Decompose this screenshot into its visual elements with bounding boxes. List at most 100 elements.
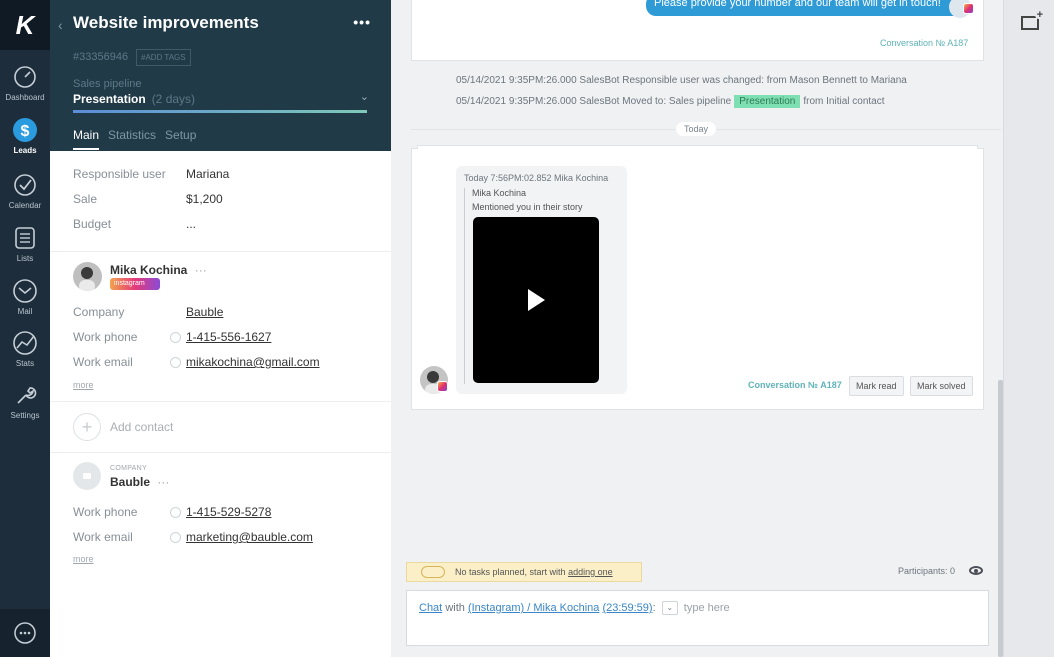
instagram-badge: instagram [110, 278, 160, 290]
contact-email-row[interactable]: Work email mikakochina@gmail.com [73, 355, 373, 371]
message-input[interactable]: type here [684, 602, 730, 614]
contact-name[interactable]: Mika Kochina ··· [110, 263, 207, 277]
date-separator: Today [676, 122, 717, 136]
company-avatar[interactable] [73, 462, 101, 490]
chat-button[interactable] [0, 609, 50, 657]
contact-name-text: Mika Kochina [110, 263, 188, 277]
chevron-down-icon[interactable]: ⌄ [661, 601, 678, 615]
tab-statistics[interactable]: Statistics [108, 128, 156, 150]
company-email-row[interactable]: Work email marketing@bauble.com [73, 530, 373, 546]
email-action-icon[interactable] [170, 532, 181, 543]
nav-calendar-label: Calendar [8, 201, 42, 210]
nav-stats-label: Stats [15, 359, 35, 368]
calendar-icon [14, 174, 36, 196]
add-task-link[interactable]: adding one [568, 567, 613, 577]
lead-id: #33356946 [73, 51, 129, 63]
field-responsible-user[interactable]: Responsible user Mariana [73, 167, 229, 181]
participants-count: Participants: 0 [898, 566, 956, 576]
bot-message-bubble: Please provide your number and our team … [646, 0, 964, 16]
contact-company-row[interactable]: Company Bauble [73, 305, 223, 319]
nav-lists[interactable]: Lists [0, 223, 50, 275]
task-notice: No tasks planned, start with adding one [406, 562, 642, 582]
lead-title[interactable]: Website improvements [73, 13, 259, 33]
message-composer[interactable]: Chat with (Instagram) / Mika Kochina (23… [406, 590, 989, 646]
field-label: Company [73, 305, 125, 319]
kommo-logo[interactable]: K [0, 0, 50, 50]
field-budget[interactable]: Budget... [73, 217, 196, 231]
clock-icon [421, 566, 445, 578]
nav-calendar[interactable]: Calendar [0, 170, 50, 222]
company-name-text: Bauble [110, 475, 151, 489]
field-label: Responsible user [73, 167, 166, 181]
company-phone-row[interactable]: Work phone 1-415-529-5278 [73, 505, 373, 521]
conversation-label[interactable]: Conversation № A187 [748, 380, 842, 390]
tab-main[interactable]: Main [73, 128, 100, 150]
nav-dashboard[interactable]: Dashboard [0, 62, 50, 114]
divider [50, 401, 391, 402]
pipeline-label: Sales pipeline [73, 78, 142, 90]
new-panel-icon[interactable]: + [1021, 9, 1043, 30]
stage-selector[interactable]: Presentation (2 days) [73, 92, 195, 106]
contact-company-link[interactable]: Bauble [186, 305, 223, 319]
field-value: ... [186, 217, 197, 231]
nav-leads-label: Leads [13, 146, 37, 155]
task-notice-text: No tasks planned, start with [455, 567, 566, 577]
quote-bar [464, 188, 465, 384]
mark-solved-button[interactable]: Mark solved [910, 376, 973, 396]
story-video[interactable] [473, 217, 599, 383]
chat-recipient-selector[interactable]: (Instagram) / Mika Kochina [468, 602, 599, 614]
composer-with: with [445, 601, 465, 614]
contact-email-link[interactable]: mikakochina@gmail.com [186, 355, 320, 369]
lead-tabs: Main Statistics Setup [73, 128, 205, 150]
company-email-link[interactable]: marketing@bauble.com [186, 530, 313, 544]
add-tags-button[interactable]: #ADD TAGS [136, 49, 191, 66]
play-icon[interactable] [527, 289, 545, 311]
call-icon[interactable] [170, 332, 181, 343]
stage-tag: Presentation [734, 95, 801, 108]
field-value: Mariana [186, 167, 230, 181]
more-menu-icon[interactable]: ••• [353, 14, 371, 30]
system-event-text: from Initial contact [803, 96, 885, 107]
system-event-text: 05/14/2021 9:35PM:26.000 SalesBot Moved … [456, 96, 732, 107]
composer-line: Chat with (Instagram) / Mika Kochina (23… [419, 601, 730, 615]
contact-phone-link[interactable]: 1-415-556-1627 [186, 330, 271, 344]
nav-mail[interactable]: Mail [0, 276, 50, 328]
lead-card: ‹ Website improvements ••• #33356946 #AD… [50, 0, 391, 657]
chevron-down-icon[interactable]: ⌄ [360, 90, 369, 103]
tab-setup[interactable]: Setup [165, 128, 196, 150]
contact-phone-row[interactable]: Work phone 1-415-556-1627 [73, 330, 373, 346]
nav-lists-label: Lists [16, 254, 34, 263]
nav-leads[interactable]: $ Leads [0, 115, 50, 167]
field-value: $1,200 [186, 192, 223, 206]
nav-stats[interactable]: Stats [0, 328, 50, 380]
settings-icon [17, 387, 37, 404]
field-sale[interactable]: Sale $1,200 [73, 192, 223, 206]
feed-area: Please provide your number and our team … [391, 0, 1003, 657]
contact-avatar[interactable] [73, 262, 102, 291]
conversation-label[interactable]: Conversation № A187 [880, 38, 968, 48]
company-more-link[interactable]: more [73, 554, 94, 564]
message-header: Today 7:56PM:02.852 Mika Kochina [464, 173, 609, 183]
company-more-icon[interactable]: ··· [157, 475, 169, 489]
contact-more-link[interactable]: more [73, 380, 94, 390]
contact-more-icon[interactable]: ··· [195, 263, 207, 277]
company-name[interactable]: Bauble ··· [110, 475, 169, 489]
divider [50, 251, 391, 252]
add-contact-label: Add contact [110, 420, 174, 434]
back-chevron-icon[interactable]: ‹ [58, 17, 63, 33]
chat-type-selector[interactable]: Chat [419, 602, 442, 614]
conversation-box: Today 7:56PM:02.852 Mika Kochina Mika Ko… [411, 145, 984, 410]
leads-icon: $ [13, 118, 37, 142]
email-action-icon[interactable] [170, 357, 181, 368]
nav-settings-label: Settings [10, 411, 40, 420]
stack-edge [417, 145, 978, 149]
mark-read-button[interactable]: Mark read [849, 376, 904, 396]
message-text: Mentioned you in their story [472, 202, 583, 212]
nav-dashboard-label: Dashboard [5, 93, 45, 102]
company-phone-link[interactable]: 1-415-529-5278 [186, 505, 271, 519]
nav-settings[interactable]: Settings [0, 380, 50, 432]
call-icon[interactable] [170, 507, 181, 518]
add-contact-button[interactable]: + Add contact [73, 413, 173, 441]
stats-icon [13, 331, 37, 355]
eye-icon[interactable] [969, 566, 983, 575]
